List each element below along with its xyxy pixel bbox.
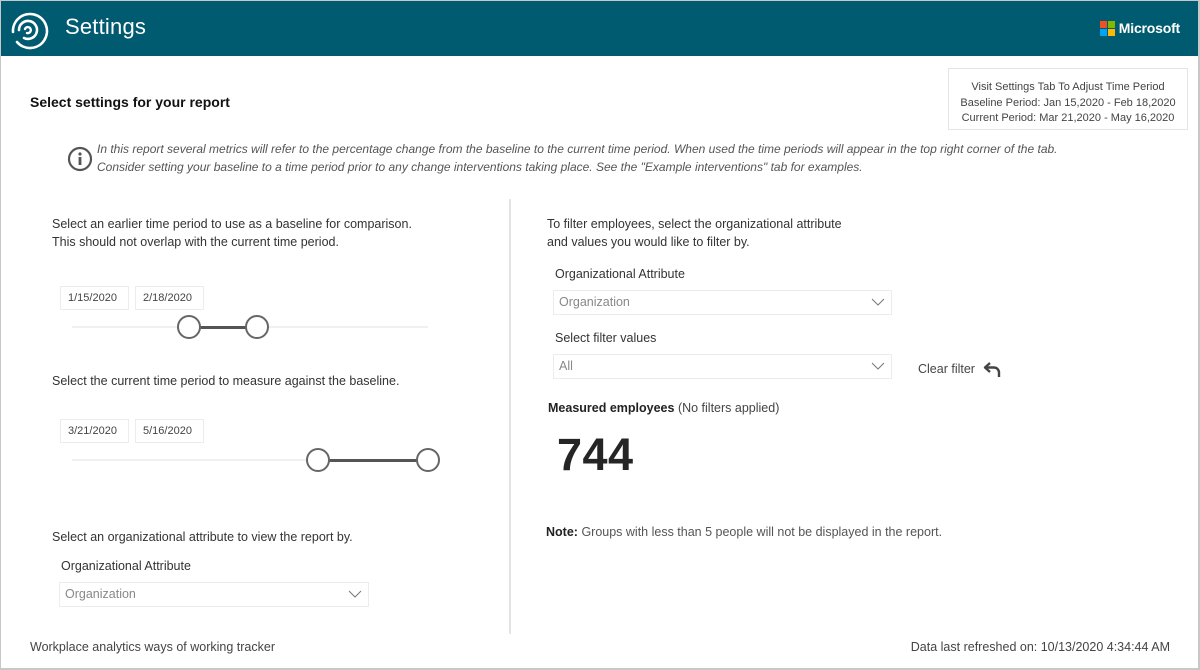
note-label: Note: — [546, 525, 578, 539]
current-start-date-input[interactable]: 3/21/2020 — [60, 419, 129, 443]
baseline-instruction-line-1: Select an earlier time period to use as … — [52, 217, 412, 231]
measured-employees-title: Measured employees — [548, 401, 675, 415]
current-period-text: Current Period: Mar 21,2020 - May 16,202… — [961, 112, 1175, 124]
org-attribute-instruction: Select an organizational attribute to vi… — [52, 530, 353, 544]
info-icon — [67, 146, 93, 172]
chevron-down-icon — [871, 298, 885, 306]
header-bar: Settings Microsoft — [1, 1, 1198, 56]
logo-square-blue — [1099, 28, 1107, 36]
time-period-card: Visit Settings Tab To Adjust Time Period… — [948, 68, 1188, 130]
org-attribute-label: Organizational Attribute — [61, 559, 191, 573]
undo-icon — [983, 362, 1001, 377]
current-period-instruction: Select the current time period to measur… — [52, 374, 400, 388]
measured-employees-count: 744 — [557, 429, 634, 480]
measured-employees-label: Measured employees (No filters applied) — [548, 401, 779, 415]
baseline-period-text: Baseline Period: Jan 15,2020 - Feb 18,20… — [960, 96, 1176, 109]
slider-selected-range — [317, 459, 428, 462]
filter-values-dropdown[interactable]: All — [553, 354, 892, 379]
slider-start-handle[interactable] — [177, 315, 202, 339]
logo-square-green — [1107, 20, 1115, 28]
chevron-down-icon — [871, 362, 885, 370]
baseline-end-date-input[interactable]: 2/18/2020 — [135, 286, 204, 310]
slider-end-handle[interactable] — [245, 315, 270, 339]
clear-filter-button[interactable]: Clear filter — [918, 359, 1003, 379]
dropdown-value: All — [559, 359, 573, 373]
workplace-analytics-logo-icon — [11, 12, 49, 50]
chevron-down-icon — [348, 590, 362, 598]
filter-instruction-line-1: To filter employees, select the organiza… — [547, 217, 842, 231]
note: Note: Groups with less than 5 people wil… — [546, 525, 942, 539]
last-refreshed: Data last refreshed on: 10/13/2020 4:34:… — [910, 640, 1170, 654]
info-line-2: Consider setting your baseline to a time… — [97, 159, 863, 174]
logo-square-yellow — [1107, 28, 1115, 36]
microsoft-wordmark: Microsoft — [1118, 20, 1180, 36]
filter-instruction: To filter employees, select the organiza… — [547, 215, 842, 251]
baseline-instruction: Select an earlier time period to use as … — [52, 215, 412, 251]
filter-org-attribute-label: Organizational Attribute — [555, 267, 685, 281]
info-message: In this report several metrics will refe… — [97, 141, 1058, 176]
filter-org-attribute-dropdown[interactable]: Organization — [553, 290, 892, 315]
page-title: Select settings for your report — [30, 94, 230, 110]
microsoft-logo: Microsoft — [1099, 20, 1180, 36]
baseline-instruction-line-2: This should not overlap with the current… — [52, 235, 339, 249]
report-name: Workplace analytics ways of working trac… — [30, 640, 275, 654]
filter-instruction-line-2: and values you would like to filter by. — [547, 235, 750, 249]
app-title: Settings — [65, 14, 147, 39]
info-line-1: In this report several metrics will refe… — [97, 142, 1058, 156]
slider-end-handle[interactable] — [416, 448, 440, 472]
dropdown-value: Organization — [65, 587, 136, 601]
column-divider — [509, 199, 511, 634]
clear-filter-label: Clear filter — [918, 362, 975, 376]
period-hint: Visit Settings Tab To Adjust Time Period — [971, 81, 1165, 93]
dropdown-value: Organization — [559, 295, 630, 309]
measured-employees-filter-status: (No filters applied) — [677, 401, 780, 415]
report-page: Settings Microsoft Visit Settings Tab To… — [1, 1, 1198, 668]
note-text: Groups with less than 5 people will not … — [581, 525, 943, 539]
microsoft-logo-icon — [1099, 20, 1115, 36]
logo-square-red — [1099, 20, 1107, 28]
baseline-start-date-input[interactable]: 1/15/2020 — [60, 286, 129, 310]
current-end-date-input[interactable]: 5/16/2020 — [135, 419, 204, 443]
filter-values-label: Select filter values — [555, 331, 657, 345]
view-by-org-attribute-dropdown[interactable]: Organization — [59, 582, 369, 607]
slider-start-handle[interactable] — [305, 448, 330, 472]
